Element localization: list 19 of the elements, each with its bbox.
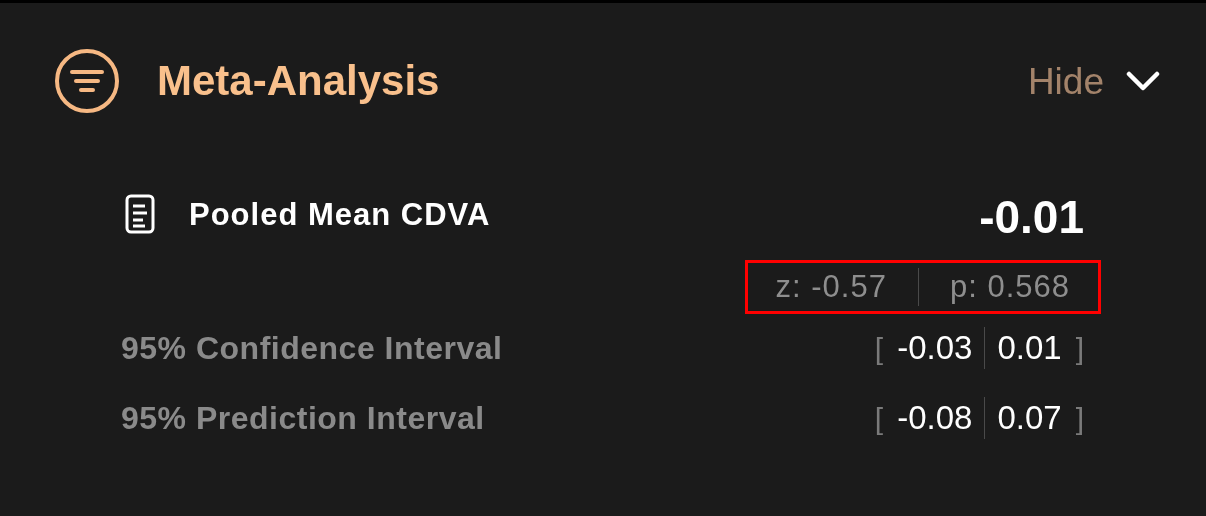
stat-text: z: -0.57 xyxy=(775,267,887,306)
bracket: [ xyxy=(874,330,884,367)
bracket: ] xyxy=(1075,330,1084,367)
metric-label: Pooled Mean CDVA xyxy=(189,196,491,234)
interval-label: 95% Confidence Interval xyxy=(121,329,503,368)
bracket: ] xyxy=(1075,400,1084,437)
chevron-down-icon xyxy=(1126,71,1160,91)
interval-label: 95% Prediction Interval xyxy=(121,399,485,438)
interval-value: 0.01 xyxy=(997,328,1062,369)
interval-value: -0.03 xyxy=(897,328,973,369)
document-icon xyxy=(125,194,155,234)
bracket: [ xyxy=(874,400,884,437)
filter-icon xyxy=(54,48,120,114)
interval-value: 0.07 xyxy=(997,398,1062,439)
metric-value: -0.01 xyxy=(979,194,1084,240)
interval-value: -0.08 xyxy=(897,398,973,439)
hide-toggle[interactable]: Hide xyxy=(1027,62,1160,100)
stat-text: p: 0.568 xyxy=(949,267,1070,306)
section-title: Meta-Analysis xyxy=(157,60,440,102)
